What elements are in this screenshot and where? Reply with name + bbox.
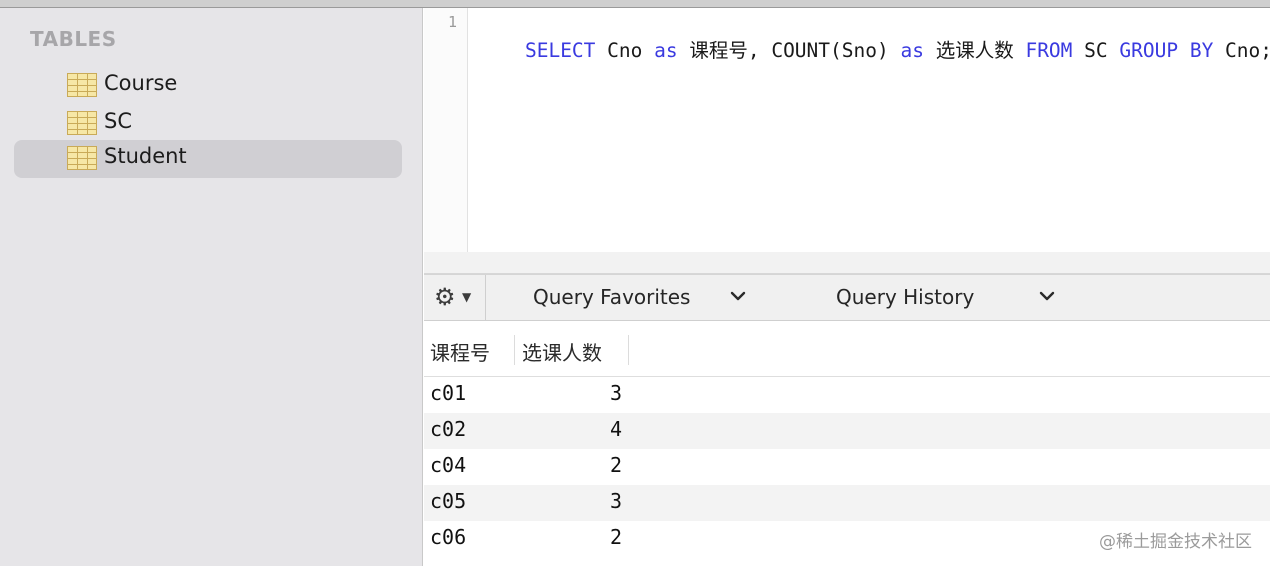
line-gutter: 1 <box>424 8 468 252</box>
table-label: Student <box>104 144 187 168</box>
sql-keyword: as <box>900 39 924 62</box>
cell-cno: c06 <box>430 525 467 549</box>
query-history-label: Query History <box>836 285 975 309</box>
query-favorites-label: Query Favorites <box>533 285 691 309</box>
watermark-text: @稀土掘金技术社区 <box>1099 532 1252 552</box>
table-row[interactable]: c04 2 <box>424 449 1270 485</box>
cell-count: 2 <box>609 525 622 549</box>
cell-cno: c05 <box>430 489 467 513</box>
table-row[interactable]: c01 3 <box>424 377 1270 413</box>
sql-text: 课程号, COUNT(Sno) <box>677 39 901 62</box>
sql-text: Cno; <box>1213 39 1270 62</box>
line-number: 1 <box>447 13 457 31</box>
results-table: 课程号 选课人数 c01 3 c02 4 c04 2 c05 3 c06 2 @… <box>424 321 1270 566</box>
cell-cno: c01 <box>430 381 467 405</box>
sidebar-heading: TABLES <box>30 27 117 51</box>
results-header: 课程号 选课人数 <box>424 321 1270 377</box>
gear-icon: ⚙ <box>434 283 456 311</box>
column-header-cno[interactable]: 课程号 <box>430 337 490 366</box>
table-label: Course <box>104 71 178 95</box>
sql-keyword: FROM <box>1025 39 1073 62</box>
sidebar-item-course[interactable]: Course <box>14 67 402 105</box>
cell-count: 3 <box>609 489 622 513</box>
gear-menu-button[interactable]: ⚙ ▼ <box>424 275 486 321</box>
query-history-dropdown[interactable]: Query History <box>786 275 1086 321</box>
table-row[interactable]: c05 3 <box>424 485 1270 521</box>
column-separator <box>628 335 629 365</box>
table-row[interactable]: c02 4 <box>424 413 1270 449</box>
cell-count: 3 <box>609 381 622 405</box>
caret-down-icon: ▼ <box>462 290 472 304</box>
query-toolbar: ⚙ ▼ Query Favorites Query History <box>424 274 1270 321</box>
editor-footer <box>424 252 1270 273</box>
table-label: SC <box>104 109 132 133</box>
cell-cno: c02 <box>430 417 467 441</box>
sql-text: Cno <box>595 39 655 62</box>
sql-keyword: as <box>654 39 678 62</box>
sql-text: SC <box>1072 39 1120 62</box>
query-favorites-dropdown[interactable]: Query Favorites <box>486 275 786 321</box>
sidebar-item-student[interactable]: Student <box>14 140 402 178</box>
sql-keyword: GROUP BY <box>1119 39 1214 62</box>
column-header-count[interactable]: 选课人数 <box>522 337 602 366</box>
sql-keyword: SELECT <box>524 39 596 62</box>
sidebar-item-sc[interactable]: SC <box>14 105 402 143</box>
cell-cno: c04 <box>430 453 467 477</box>
query-editor[interactable]: 1 SELECT Cno as 课程号, COUNT(Sno) as 选课人数 … <box>424 8 1270 274</box>
sql-query-line[interactable]: SELECT Cno as 课程号, COUNT(Sno) as 选课人数 FR… <box>478 9 1270 93</box>
column-separator <box>514 335 515 365</box>
cell-count: 4 <box>609 417 622 441</box>
window-top-border <box>0 0 1270 8</box>
table-icon <box>67 73 97 97</box>
tables-sidebar: TABLES Course SC Student <box>0 8 423 566</box>
cell-count: 2 <box>609 453 622 477</box>
table-icon <box>67 111 97 135</box>
chevron-down-icon <box>730 291 746 301</box>
chevron-down-icon <box>1039 291 1055 301</box>
table-icon <box>67 146 97 170</box>
sql-text: 选课人数 <box>923 39 1026 62</box>
